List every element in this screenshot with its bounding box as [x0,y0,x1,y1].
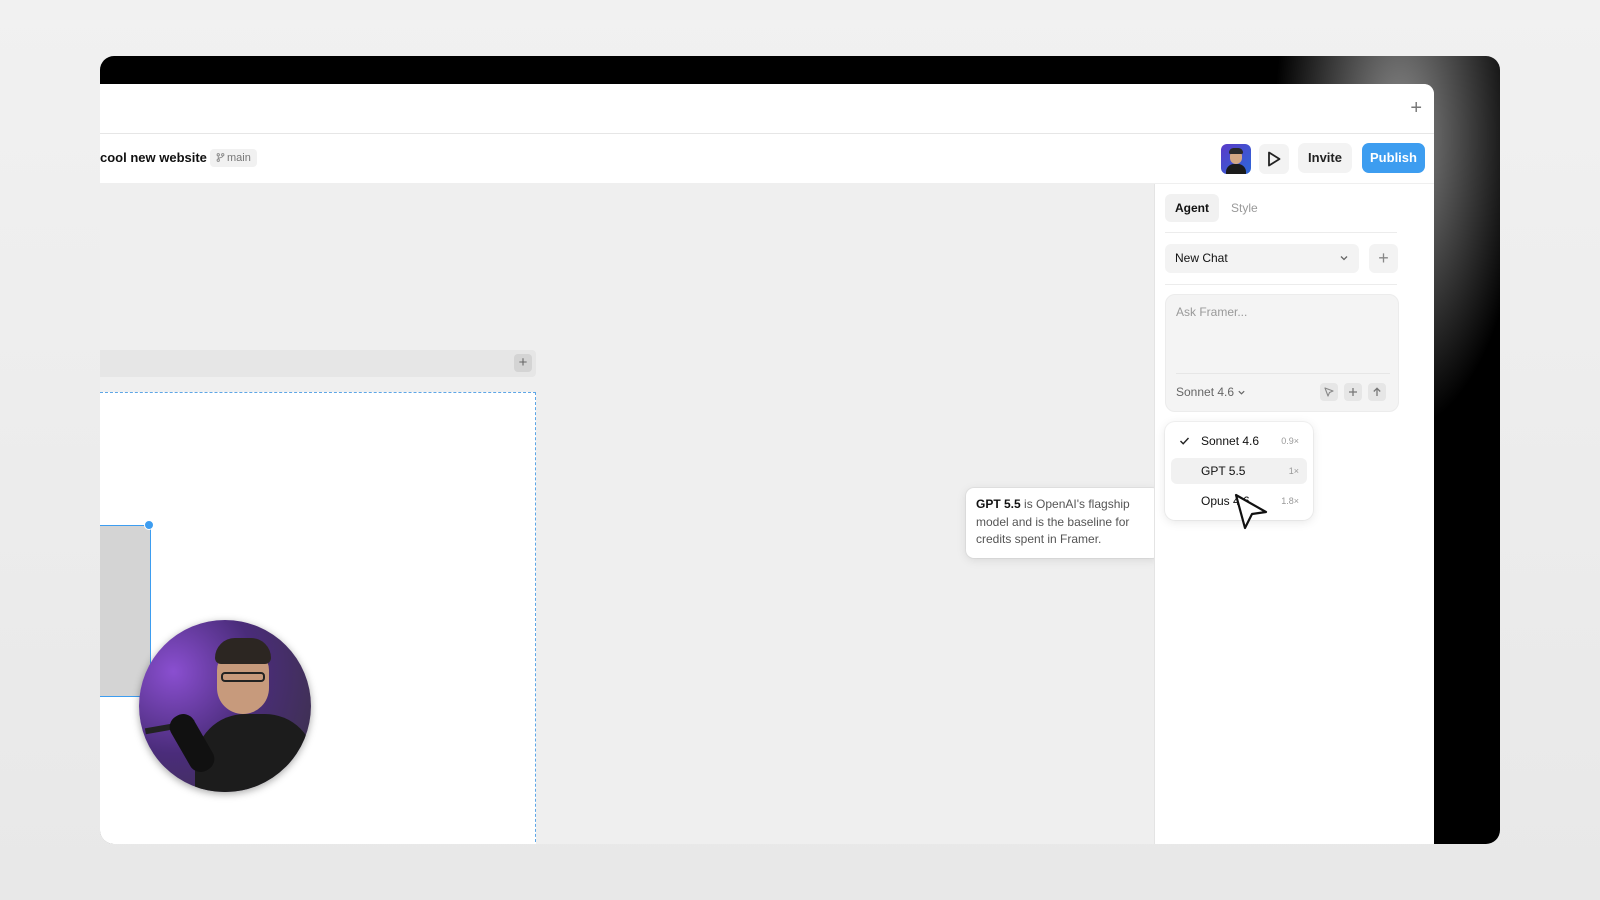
select-element-button[interactable] [1320,383,1338,401]
attach-button[interactable] [1344,383,1362,401]
publish-button[interactable]: Publish [1362,143,1425,173]
model-option-multiplier: 0.9× [1281,436,1299,446]
model-selector[interactable]: Sonnet 4.6 [1176,385,1246,399]
preview-button[interactable] [1259,144,1289,174]
tooltip-model-name: GPT 5.5 [976,497,1021,511]
selected-shape[interactable] [100,525,151,697]
check-icon [1180,437,1190,445]
model-option-multiplier: 1× [1288,466,1299,476]
app-window-frame: + cool new website · main Invite Publish… [100,56,1500,844]
model-option-name: Sonnet 4.6 [1201,434,1260,448]
model-option-gpt[interactable]: GPT 5.5 1× [1171,458,1307,484]
panel-divider-2 [1165,284,1397,285]
branch-icon [216,153,225,162]
arrow-up-icon [1373,387,1381,396]
prompt-separator [1176,373,1390,374]
panel-divider [1165,232,1397,233]
webcam-overlay [139,620,311,792]
plus-icon [1349,388,1357,396]
new-chat-button[interactable]: + [1369,244,1398,273]
send-button[interactable] [1368,383,1386,401]
tab-agent[interactable]: Agent [1165,194,1219,222]
add-breakpoint-button[interactable]: + [514,354,532,372]
agent-panel: Agent Style New Chat + Ask Framer... Son… [1154,184,1434,844]
chevron-down-icon [1238,391,1245,396]
branch-badge[interactable]: main [210,149,257,167]
model-option-sonnet[interactable]: Sonnet 4.6 0.9× [1171,428,1307,454]
prompt-input[interactable]: Ask Framer... [1176,305,1247,319]
title-separator: · [201,149,206,164]
canvas-frame[interactable] [100,392,536,844]
model-option-multiplier: 1.8× [1281,496,1299,506]
cursor-arrow-icon [1324,387,1334,397]
tab-bar: + [100,84,1434,134]
new-tab-button[interactable]: + [1410,96,1422,120]
chat-select[interactable]: New Chat [1165,244,1359,273]
mouse-cursor-icon [1234,493,1268,530]
play-icon [1268,151,1281,167]
model-option-name: GPT 5.5 [1201,464,1246,478]
presenter-glasses [221,672,265,682]
framer-app: + cool new website · main Invite Publish… [100,84,1434,844]
frame-label-bar[interactable]: + [100,350,536,377]
avatar-hair [1229,148,1243,154]
branch-label: main [227,152,251,164]
top-toolbar: cool new website · main Invite Publish [100,134,1434,183]
model-selector-label: Sonnet 4.6 [1176,385,1235,399]
tab-style[interactable]: Style [1231,194,1258,222]
avatar-body [1226,164,1246,174]
resize-handle[interactable] [144,520,154,530]
project-title[interactable]: cool new website [100,150,207,165]
presenter-hair [215,638,271,664]
prompt-box[interactable]: Ask Framer... Sonnet 4.6 [1165,294,1399,412]
chevron-down-icon [1340,256,1348,261]
model-tooltip: GPT 5.5 is OpenAI's flagship model and i… [966,488,1160,558]
invite-button[interactable]: Invite [1298,143,1352,173]
user-avatar[interactable] [1221,144,1251,174]
chat-select-label: New Chat [1175,251,1228,265]
